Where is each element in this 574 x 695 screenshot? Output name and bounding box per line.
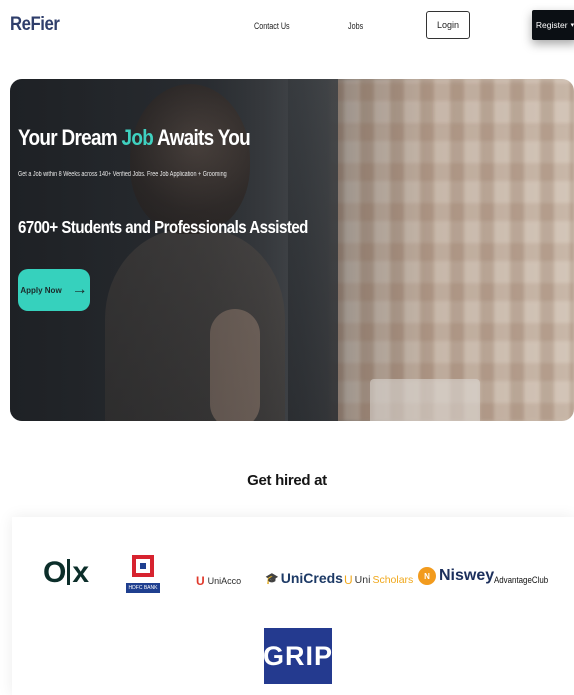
hero-title-post: Awaits You bbox=[153, 125, 251, 150]
unischolars-mark-icon: U bbox=[344, 573, 353, 587]
get-hired-title: Get hired at bbox=[247, 472, 327, 489]
unicreds-text: UniCreds bbox=[280, 570, 343, 586]
apply-now-button[interactable]: Apply Now → bbox=[18, 269, 90, 311]
hdfc-logo-mark bbox=[132, 555, 154, 577]
grip-logo: GRIP bbox=[263, 628, 332, 684]
unicreds-logo: 🎓 UniCreds bbox=[265, 570, 343, 586]
hero-title: Your Dream Job Awaits You bbox=[18, 125, 251, 151]
unischolars-logo: U Uni Scholars bbox=[344, 573, 413, 587]
register-button-label: Register bbox=[535, 20, 568, 30]
arrow-right-icon: → bbox=[71, 281, 88, 298]
uniacco-logo: U UniAcco bbox=[196, 574, 241, 588]
hero-banner: Your Dream Job Awaits You Get a Job with… bbox=[10, 79, 574, 421]
niswey-logo: N Niswey bbox=[418, 567, 494, 585]
niswey-mark-icon: N bbox=[418, 567, 436, 585]
unischolars-scholars: Scholars bbox=[372, 574, 414, 586]
olx-logo-bar bbox=[67, 559, 71, 585]
uniacco-mark-icon: U bbox=[196, 574, 205, 588]
login-button-label: Login bbox=[436, 20, 460, 30]
site-header: ReFier Contact Us Jobs Login Register ▾ bbox=[0, 0, 574, 62]
hero-subtitle: Get a Job within 8 Weeks across 140+ Ver… bbox=[18, 171, 227, 178]
hero-stat: 6700+ Students and Professionals Assiste… bbox=[18, 217, 308, 237]
nav-jobs[interactable]: Jobs bbox=[348, 21, 363, 31]
refier-logo[interactable]: ReFier bbox=[10, 14, 60, 36]
hdfc-bank-logo: HDFC BANK bbox=[126, 555, 160, 597]
hero-title-pre: Your Dream bbox=[18, 125, 122, 150]
hdfc-logo-band: HDFC BANK bbox=[126, 583, 160, 593]
graduation-cap-icon: 🎓 bbox=[265, 572, 279, 585]
olx-logo: Ox bbox=[43, 556, 89, 590]
login-button[interactable]: Login bbox=[426, 11, 470, 39]
nav-contact-us[interactable]: Contact Us bbox=[254, 21, 290, 31]
advantageclub-logo: AdvantageClub bbox=[494, 575, 549, 585]
unischolars-uni: Uni bbox=[354, 574, 371, 586]
hero-title-accent: Job bbox=[121, 125, 154, 150]
niswey-text: Niswey bbox=[439, 567, 495, 584]
apply-now-label: Apply Now bbox=[20, 285, 62, 295]
uniacco-text: UniAcco bbox=[207, 576, 242, 586]
register-button[interactable]: Register ▾ bbox=[532, 10, 574, 40]
olx-logo-x: x bbox=[72, 556, 89, 589]
olx-logo-o: O bbox=[43, 556, 66, 589]
chevron-down-icon: ▾ bbox=[570, 22, 574, 29]
